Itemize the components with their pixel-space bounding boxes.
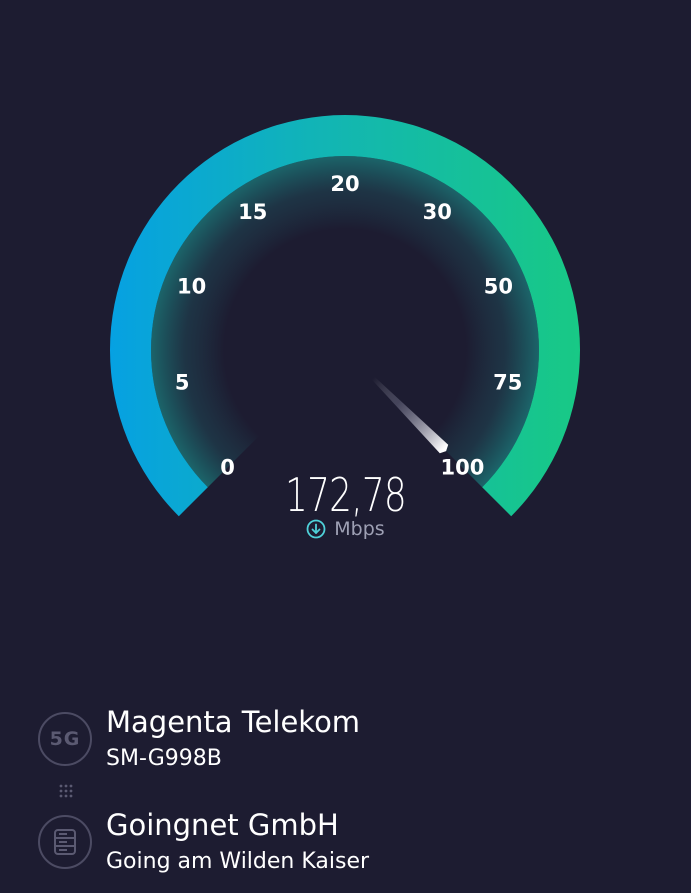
gauge-tick-label: 75 <box>493 370 522 394</box>
gauge-tick-label: 30 <box>423 200 452 224</box>
provider-row[interactable]: 5G Magenta Telekom SM-G998B <box>38 704 360 774</box>
gauge-tick-label: 5 <box>175 370 190 394</box>
gauge-tick-label: 20 <box>330 172 359 196</box>
gauge-tick-label: 50 <box>484 275 513 299</box>
device-model: SM-G998B <box>106 746 222 771</box>
speedtest-screen: 0 5 10 15 20 30 50 75 100 172,78 Mbps 5G Magenta… <box>0 0 691 893</box>
server-row[interactable]: Goingnet GmbH Going am Wilden Kaiser <box>38 807 369 877</box>
gauge-tick-label: 10 <box>177 275 206 299</box>
speed-unit-row: Mbps <box>0 518 691 540</box>
server-location: Going am Wilden Kaiser <box>106 849 370 874</box>
download-arrow-icon <box>306 519 326 539</box>
speed-value: 172,78 <box>285 468 407 522</box>
network-type-badge: 5G <box>49 728 81 750</box>
connector-dots-icon <box>59 784 73 798</box>
server-icon <box>54 829 76 855</box>
speed-unit: Mbps <box>334 518 385 540</box>
server-name: Goingnet GmbH <box>106 808 339 842</box>
network-type-icon: 5G <box>38 712 92 766</box>
server-info: Goingnet GmbH Going am Wilden Kaiser <box>106 807 369 877</box>
provider-info: Magenta Telekom SM-G998B <box>106 704 360 774</box>
gauge-tick-label: 15 <box>238 200 267 224</box>
provider-name: Magenta Telekom <box>106 705 361 739</box>
server-icon-wrap <box>38 815 92 869</box>
